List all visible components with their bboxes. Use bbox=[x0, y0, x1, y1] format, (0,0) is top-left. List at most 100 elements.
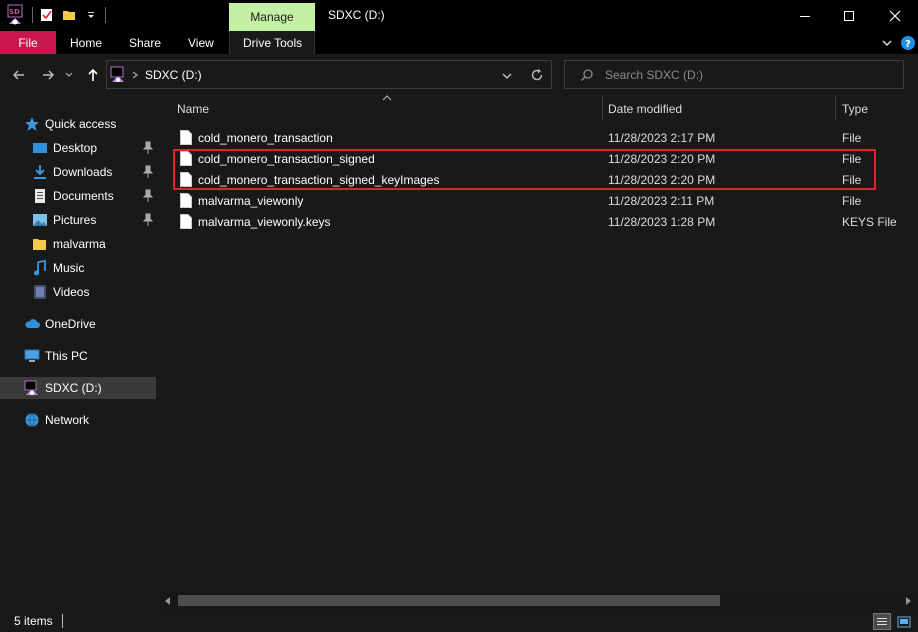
tab-drive-tools[interactable]: Drive Tools bbox=[243, 31, 302, 54]
sidebar-item-onedrive[interactable]: OneDrive bbox=[0, 313, 156, 335]
file-icon bbox=[180, 214, 192, 229]
column-header-type[interactable]: Type bbox=[842, 102, 868, 116]
sidebar-item-this-pc[interactable]: This PC bbox=[0, 345, 156, 367]
sort-ascending-icon bbox=[382, 95, 392, 101]
horizontal-scrollbar[interactable] bbox=[160, 592, 918, 609]
close-icon bbox=[889, 10, 901, 21]
column-divider[interactable] bbox=[835, 96, 836, 120]
file-icon bbox=[180, 151, 192, 166]
file-name: cold_monero_transaction_signed_keyImages bbox=[198, 173, 440, 187]
pin-icon[interactable] bbox=[142, 213, 154, 227]
scroll-right-icon[interactable] bbox=[904, 597, 912, 605]
sd-drive-icon[interactable]: SD bbox=[6, 4, 26, 26]
chevron-down-icon bbox=[882, 40, 892, 47]
chevron-down-icon[interactable] bbox=[502, 72, 512, 80]
item-count: 5 items bbox=[14, 614, 53, 628]
search-box[interactable]: Search SDXC (D:) bbox=[564, 60, 904, 89]
pin-icon[interactable] bbox=[142, 189, 154, 203]
toolbar-divider bbox=[32, 7, 33, 23]
sidebar-item-documents[interactable]: Documents bbox=[0, 185, 156, 207]
details-view-button[interactable] bbox=[873, 613, 891, 630]
downloads-icon bbox=[34, 165, 46, 179]
sd-drive-icon bbox=[24, 380, 38, 395]
scrollbar-thumb[interactable] bbox=[178, 595, 720, 606]
file-name: malvarma_viewonly bbox=[198, 194, 304, 208]
file-date: 11/28/2023 2:17 PM bbox=[608, 131, 716, 145]
customize-toolbar-icon[interactable] bbox=[83, 7, 99, 23]
column-divider[interactable] bbox=[602, 96, 603, 120]
sidebar-item-malvarma[interactable]: malvarma bbox=[0, 233, 156, 255]
new-folder-icon[interactable] bbox=[61, 7, 77, 23]
sidebar-item-label: SDXC (D:) bbox=[45, 381, 102, 395]
large-icons-view-icon bbox=[897, 616, 911, 627]
search-placeholder: Search SDXC (D:) bbox=[605, 68, 704, 82]
file-type: File bbox=[842, 173, 862, 187]
navigation-pane: Quick access Desktop Downloads Documents… bbox=[0, 96, 158, 610]
expand-ribbon-button[interactable] bbox=[876, 32, 898, 54]
arrow-left-icon bbox=[12, 70, 24, 80]
cloud-icon bbox=[25, 319, 40, 328]
table-row[interactable]: malvarma_viewonly 11/28/2023 2:11 PM Fil… bbox=[160, 190, 918, 211]
sidebar-item-label: Pictures bbox=[53, 213, 97, 227]
pin-icon[interactable] bbox=[142, 165, 154, 179]
sidebar-item-label: Quick access bbox=[45, 117, 117, 131]
music-icon bbox=[34, 260, 46, 276]
svg-text:SD: SD bbox=[9, 8, 20, 16]
arrow-up-icon bbox=[88, 68, 98, 81]
maximize-icon bbox=[844, 10, 854, 21]
table-row[interactable]: cold_monero_transaction 11/28/2023 2:17 … bbox=[160, 127, 918, 148]
properties-icon[interactable] bbox=[39, 7, 55, 23]
close-button[interactable] bbox=[872, 0, 918, 31]
minimize-icon bbox=[800, 15, 810, 17]
sidebar-item-sdxc-drive[interactable]: SDXC (D:) bbox=[0, 377, 156, 399]
large-icons-view-button[interactable] bbox=[895, 613, 913, 630]
file-type: File bbox=[842, 152, 862, 166]
sidebar-item-music[interactable]: Music bbox=[0, 257, 156, 279]
column-header-name[interactable]: Name bbox=[177, 102, 209, 116]
scroll-left-icon[interactable] bbox=[164, 597, 172, 605]
column-header-date[interactable]: Date modified bbox=[608, 102, 682, 116]
recent-locations-button[interactable] bbox=[62, 64, 76, 86]
title-bar: SD Manage SDXC (D:) bbox=[0, 0, 918, 31]
help-icon: ? bbox=[901, 36, 915, 50]
tab-view[interactable]: View bbox=[188, 31, 214, 54]
sidebar-item-label: Downloads bbox=[53, 165, 113, 179]
up-button[interactable] bbox=[82, 64, 104, 86]
chevron-right-icon[interactable] bbox=[131, 71, 139, 79]
file-date: 11/28/2023 2:11 PM bbox=[608, 194, 715, 208]
table-row[interactable]: malvarma_viewonly.keys 11/28/2023 1:28 P… bbox=[160, 211, 918, 232]
minimize-button[interactable] bbox=[782, 0, 828, 31]
file-icon bbox=[180, 172, 192, 187]
svg-text:?: ? bbox=[905, 39, 911, 50]
chevron-down-icon bbox=[65, 72, 73, 77]
sidebar-item-label: OneDrive bbox=[45, 317, 96, 331]
status-bar: 5 items bbox=[0, 610, 918, 632]
sidebar-item-desktop[interactable]: Desktop bbox=[0, 137, 156, 159]
table-row[interactable]: cold_monero_transaction_signed 11/28/202… bbox=[160, 148, 918, 169]
file-date: 11/28/2023 1:28 PM bbox=[608, 215, 716, 229]
file-date: 11/28/2023 2:20 PM bbox=[608, 152, 716, 166]
back-button[interactable] bbox=[8, 64, 30, 86]
pin-icon[interactable] bbox=[142, 141, 154, 155]
window-title: SDXC (D:) bbox=[328, 8, 385, 22]
sidebar-item-videos[interactable]: Videos bbox=[0, 281, 156, 303]
maximize-button[interactable] bbox=[826, 0, 872, 31]
sidebar-item-network[interactable]: Network bbox=[0, 409, 156, 431]
file-type: File bbox=[842, 131, 862, 145]
breadcrumb-drive[interactable]: SDXC (D:) bbox=[145, 68, 202, 82]
address-bar[interactable]: SDXC (D:) bbox=[106, 60, 552, 89]
folder-icon bbox=[33, 239, 46, 250]
toolbar-divider bbox=[105, 7, 106, 23]
sidebar-item-downloads[interactable]: Downloads bbox=[0, 161, 156, 183]
table-row[interactable]: cold_monero_transaction_signed_keyImages… bbox=[160, 169, 918, 190]
sidebar-item-label: Documents bbox=[53, 189, 114, 203]
tab-manage[interactable]: Manage bbox=[229, 3, 315, 31]
help-button[interactable]: ? bbox=[897, 32, 918, 54]
sidebar-item-pictures[interactable]: Pictures bbox=[0, 209, 156, 231]
forward-button[interactable] bbox=[37, 64, 59, 86]
tab-share[interactable]: Share bbox=[129, 31, 161, 54]
tab-home[interactable]: Home bbox=[70, 31, 102, 54]
sidebar-item-quick-access[interactable]: Quick access bbox=[0, 113, 156, 135]
refresh-icon[interactable] bbox=[530, 68, 544, 82]
tab-file[interactable]: File bbox=[0, 31, 56, 54]
